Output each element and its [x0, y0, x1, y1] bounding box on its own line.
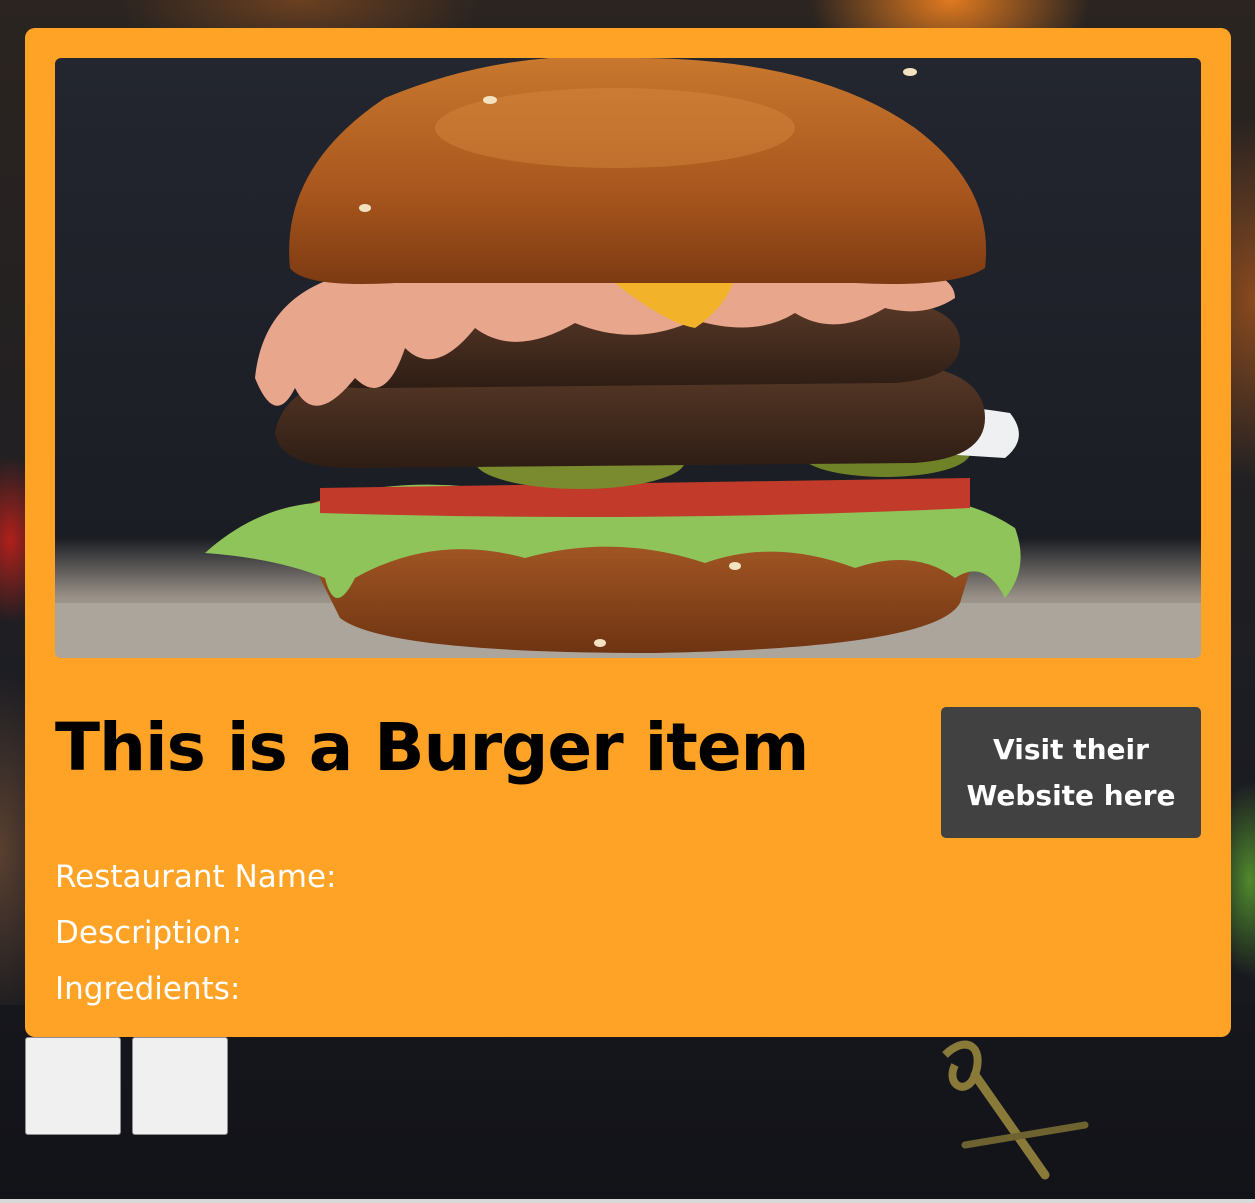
item-details: Restaurant Name: Description: Ingredient… [55, 849, 336, 1017]
description-label: Description: [55, 915, 242, 951]
burger-illustration [55, 58, 1201, 658]
restaurant-name-label: Restaurant Name: [55, 859, 337, 895]
bottom-strip [0, 1199, 1255, 1203]
visit-website-button[interactable]: Visit their Website here [941, 707, 1201, 838]
burger-photo [55, 58, 1201, 658]
square-button-2[interactable] [132, 1037, 228, 1135]
food-item-card: This is a Burger item Visit their Websit… [25, 28, 1231, 1037]
ingredients-label: Ingredients: [55, 971, 241, 1007]
square-button-1[interactable] [25, 1037, 121, 1135]
cocktail-pick-decoration [942, 1040, 1089, 1180]
item-title: This is a Burger item [55, 709, 809, 786]
